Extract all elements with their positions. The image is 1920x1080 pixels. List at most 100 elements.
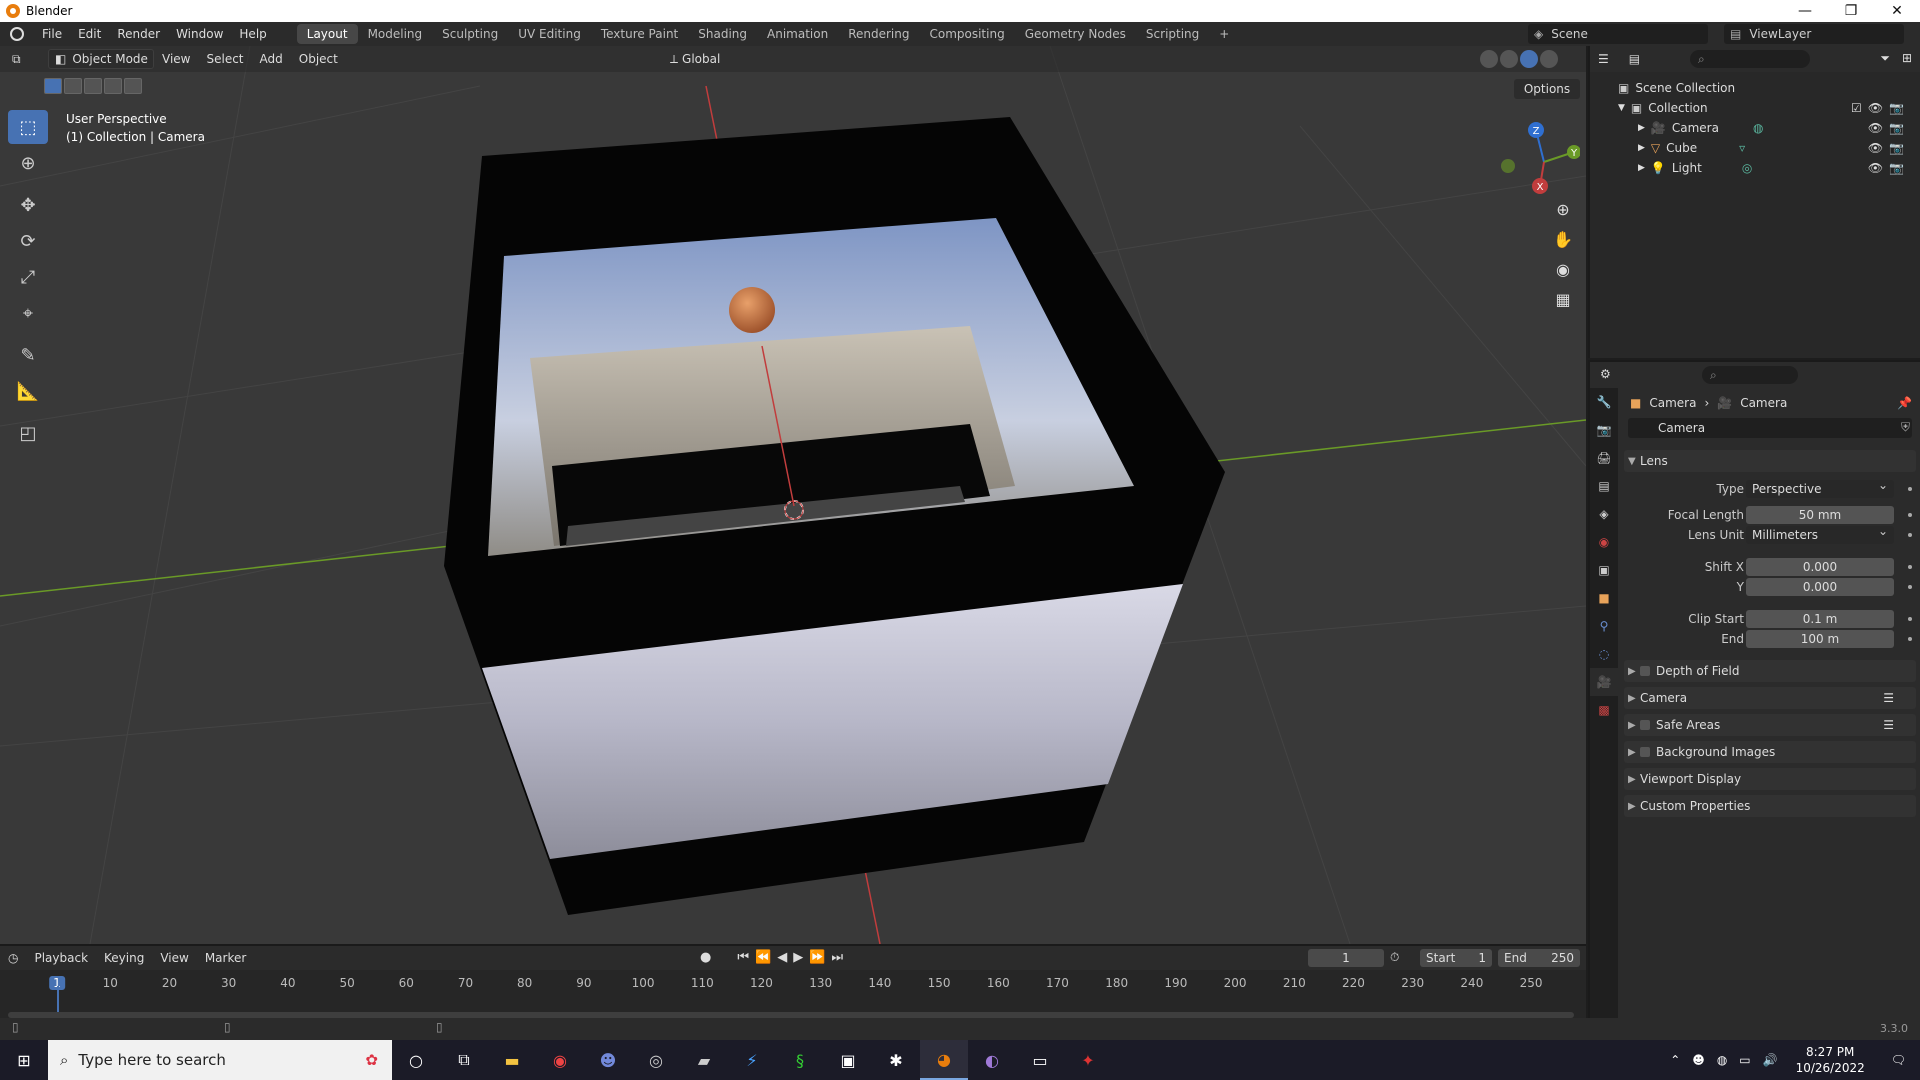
tray-expand-icon[interactable]: ⌃ — [1664, 1053, 1686, 1067]
scale-icon[interactable]: ⤢ — [8, 260, 48, 294]
wireframe-shading-button[interactable] — [1480, 50, 1498, 68]
animate-dot-icon[interactable] — [1908, 513, 1912, 517]
clip-end-field[interactable]: 100 m — [1746, 630, 1894, 648]
properties-search-input[interactable]: ⌕ — [1702, 366, 1798, 384]
render-camera-icon[interactable]: 📷 — [1889, 161, 1904, 175]
render-tab-icon[interactable]: 📷 — [1590, 416, 1618, 444]
next-keyframe-icon[interactable]: ⏩ — [809, 950, 825, 965]
shift-x-field[interactable]: 0.000 — [1746, 558, 1894, 576]
tab-layout[interactable]: Layout — [296, 24, 358, 44]
menu-window[interactable]: Window — [168, 27, 231, 41]
options-dropdown[interactable]: Options — [1514, 79, 1580, 99]
outliner-item-camera[interactable]: ▶ 🎥 Camera ◍ 👁 📷 — [1638, 118, 1914, 138]
menu-select[interactable]: Select — [198, 52, 251, 66]
scene-selector[interactable]: ◈ Scene — [1528, 24, 1708, 44]
tab-shading[interactable]: Shading — [688, 24, 757, 44]
tab-compositing[interactable]: Compositing — [919, 24, 1014, 44]
menu-add[interactable]: Add — [252, 52, 291, 66]
filter-icon[interactable]: ⏷ — [1880, 51, 1890, 66]
properties-editor-icon[interactable]: ⚙ — [1600, 367, 1611, 381]
background-images-panel[interactable]: ▶ Background Images — [1624, 741, 1916, 763]
camera-tray-icon[interactable]: ◍ — [1711, 1053, 1733, 1067]
editor-type-icon[interactable]: ⧉ — [12, 52, 21, 67]
red-app-icon[interactable]: ✦ — [1064, 1040, 1112, 1080]
render-camera-icon[interactable]: 📷 — [1889, 101, 1904, 115]
cortana-icon[interactable]: ○ — [392, 1040, 440, 1080]
camera-view-icon[interactable]: ◉ — [1548, 254, 1578, 284]
outliner-item-light[interactable]: ▶ 💡 Light ◎ 👁 📷 — [1638, 158, 1914, 178]
view-layer-tab-icon[interactable]: ▤ — [1590, 472, 1618, 500]
start-frame-field[interactable]: Start 1 — [1420, 949, 1492, 967]
camera-panel[interactable]: ▶ Camera ☰ — [1624, 687, 1916, 709]
cpu-z-icon[interactable]: ▣ — [824, 1040, 872, 1080]
focal-length-field[interactable]: 50 mm — [1746, 506, 1894, 524]
expand-icon[interactable]: ▶ — [1638, 143, 1645, 153]
view-layer-selector[interactable]: ▤ ViewLayer — [1724, 24, 1904, 44]
transform-icon[interactable]: ⌖ — [8, 296, 48, 330]
animate-dot-icon[interactable] — [1908, 565, 1912, 569]
network-icon[interactable]: ▭ — [1733, 1053, 1756, 1067]
outliner-item-cube[interactable]: ▶ ▽ Cube ▿ 👁 📷 — [1638, 138, 1914, 158]
menu-keying[interactable]: Keying — [96, 951, 152, 965]
collection-row[interactable]: ▼ ▣ Collection ☑ 👁 📷 — [1618, 98, 1914, 118]
safe-areas-panel[interactable]: ▶ Safe Areas ☰ — [1624, 714, 1916, 736]
ortho-grid-icon[interactable]: ▦ — [1548, 284, 1578, 314]
eye-icon[interactable]: 👁 — [1868, 141, 1883, 155]
tab-scripting[interactable]: Scripting — [1136, 24, 1209, 44]
select-invert-button[interactable] — [104, 78, 122, 94]
move-icon[interactable]: ✥ — [8, 188, 48, 222]
animate-dot-icon[interactable] — [1908, 637, 1912, 641]
output-tab-icon[interactable]: 🖨 — [1590, 444, 1618, 472]
constraints-tab-icon[interactable]: ⚲ — [1590, 612, 1618, 640]
eye-icon[interactable]: 👁 — [1868, 101, 1883, 115]
tab-modeling[interactable]: Modeling — [358, 24, 433, 44]
enable-checkbox[interactable] — [1640, 747, 1650, 757]
blender-taskbar-icon[interactable]: ◕ — [920, 1040, 968, 1080]
select-subtract-button[interactable] — [84, 78, 102, 94]
camera-data-block-field[interactable]: Camera — [1628, 418, 1912, 438]
3d-viewport[interactable]: ⧉ ◧ Object Mode View Select Add Object ⟂… — [0, 46, 1586, 944]
tab-geometry-nodes[interactable]: Geometry Nodes — [1015, 24, 1136, 44]
pin-icon[interactable]: 📌 — [1897, 396, 1912, 410]
github-icon[interactable]: ◐ — [968, 1040, 1016, 1080]
outliner-search-input[interactable]: ⌕ — [1690, 50, 1810, 68]
blender-menu-icon[interactable] — [10, 27, 24, 41]
scene-tab-icon[interactable]: ◈ — [1590, 500, 1618, 528]
animate-dot-icon[interactable] — [1908, 617, 1912, 621]
menu-render[interactable]: Render — [109, 27, 168, 41]
tab-texture-paint[interactable]: Texture Paint — [591, 24, 688, 44]
frame-ruler[interactable]: 1 10 20 30 40 50 60 70 80 90 100 110 120 130 140 150 160… — [0, 972, 1586, 994]
properties-editor[interactable]: ⚙ ⌕ 🔧 📷 🖨 ▤ ◈ ◉ ▣ ■ ⚲ ◌ 🎥 ▩ ■ Camera › 🎥 — [1588, 360, 1920, 1018]
lens-type-dropdown[interactable]: Perspective — [1746, 478, 1894, 498]
stopwatch-icon[interactable]: ⏱ — [1390, 950, 1399, 965]
rendered-shading-button[interactable] — [1540, 50, 1558, 68]
camera-data-tab-icon[interactable]: 🎥 — [1590, 668, 1618, 696]
cursor-icon[interactable]: ⊕ — [8, 146, 48, 180]
obs-icon[interactable]: ◎ — [632, 1040, 680, 1080]
collection-tab-icon[interactable]: ▣ — [1590, 556, 1618, 584]
fake-user-icon[interactable]: ⛨ — [1901, 420, 1910, 435]
terminal-app-icon[interactable]: ▭ — [1016, 1040, 1064, 1080]
animate-dot-icon[interactable] — [1908, 585, 1912, 589]
eye-icon[interactable]: 👁 — [1868, 121, 1883, 135]
jump-end-icon[interactable]: ⏭ — [831, 950, 843, 965]
lens-unit-dropdown[interactable]: Millimeters — [1746, 524, 1894, 544]
animate-dot-icon[interactable] — [1908, 487, 1912, 491]
rotate-icon[interactable]: ⟳ — [8, 224, 48, 258]
tool-tab-icon[interactable]: 🔧 — [1590, 388, 1618, 416]
world-tab-icon[interactable]: ◉ — [1590, 528, 1618, 556]
menu-object[interactable]: Object — [291, 52, 346, 66]
transform-orientation-dropdown[interactable]: ⟂ Global — [670, 49, 746, 69]
annotate-icon[interactable]: ✎ — [8, 338, 48, 372]
enable-checkbox[interactable] — [1640, 666, 1650, 676]
render-camera-icon[interactable]: 📷 — [1889, 121, 1904, 135]
viewport-display-panel[interactable]: ▶ Viewport Display — [1624, 768, 1916, 790]
zoom-icon[interactable]: ⊕ — [1548, 194, 1578, 224]
add-cube-icon[interactable]: ◰ — [8, 416, 48, 450]
animate-dot-icon[interactable] — [1908, 533, 1912, 537]
depth-of-field-panel[interactable]: ▶ Depth of Field — [1624, 660, 1916, 682]
expand-icon[interactable]: ▶ — [1638, 123, 1645, 133]
windows-start-icon[interactable]: ⊞ — [0, 1040, 48, 1080]
file-explorer-icon[interactable]: ▬ — [488, 1040, 536, 1080]
record-icon[interactable]: ● — [700, 950, 711, 965]
